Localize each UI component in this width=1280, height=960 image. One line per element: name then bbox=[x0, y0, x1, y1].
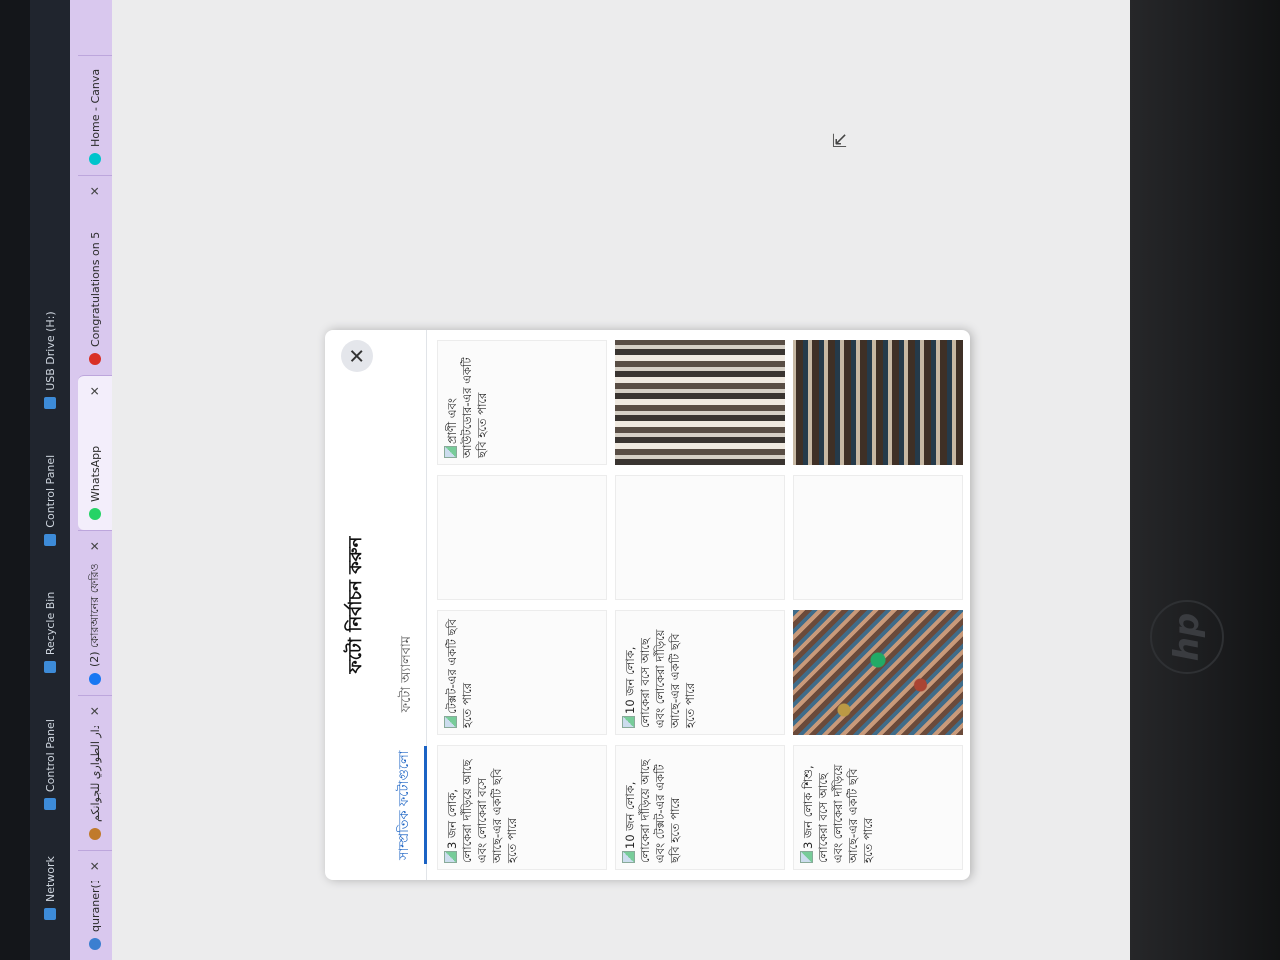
monitor-screen: Network Control Panel Recycle Bin Control P… bbox=[30, 0, 1130, 960]
taskbar-item-label: USB Drive (H:) bbox=[43, 311, 57, 391]
taskbar-item-label: Network bbox=[43, 856, 57, 902]
browser-tab[interactable]: (2) কোরআনের ফেরিও ✕ bbox=[78, 530, 112, 695]
monitor-bezel-right bbox=[1130, 0, 1280, 960]
taskbar-item-label: Control Panel bbox=[43, 454, 57, 528]
photo-caption: প্রাণী এবং আউটডোর-এর একটি ছবি হতে পারে bbox=[445, 357, 489, 458]
broken-image-icon bbox=[800, 851, 813, 863]
tab-close-icon[interactable]: ✕ bbox=[88, 386, 102, 396]
browser-tab-strip: quraner(158) - ✕ دار الطواري للجوانكم ✕ (2) … bbox=[70, 0, 112, 960]
tab-favicon-icon bbox=[89, 938, 101, 950]
monitor-bezel-left bbox=[0, 0, 30, 960]
select-photo-dialog: ফটো নির্বাচন করুন ✕ সাম্প্রতিক ফটোগুলো ফ… bbox=[325, 330, 970, 880]
desktop-shortcut-icon bbox=[44, 533, 56, 546]
photo-thumbnail bbox=[793, 340, 963, 465]
taskbar-item[interactable]: Control Panel bbox=[43, 719, 57, 811]
tab-close-icon[interactable]: ✕ bbox=[88, 861, 102, 871]
photo-tile[interactable] bbox=[793, 340, 963, 465]
browser-tab[interactable]: Congratulations on 5 ✕ bbox=[78, 175, 112, 375]
browser-tab[interactable]: WhatsApp ✕ bbox=[78, 375, 112, 530]
taskbar-item[interactable]: Recycle Bin bbox=[43, 591, 57, 674]
broken-image-icon bbox=[622, 851, 635, 863]
browser-tab-label: دار الطواري للجوانكم bbox=[88, 726, 102, 822]
desktop-shortcut-icon bbox=[44, 396, 56, 409]
taskbar-item-label: Recycle Bin bbox=[43, 591, 57, 656]
photo-grid: 3 জন লোক, লোকেরা দাঁড়িয়ে আছে এবং লোকের… bbox=[437, 340, 970, 870]
browser-tab[interactable]: Home - Canva bbox=[78, 55, 112, 175]
photo-alt-text: 10 জন লোক, লোকেরা বসে আছে এবং লোকেরা দাঁ… bbox=[622, 617, 698, 728]
desktop-shortcut-icon bbox=[44, 661, 56, 674]
photo-alt-text: টেক্সট-এর একটি ছবি হতে পারে bbox=[444, 617, 475, 728]
tab-recent-photos[interactable]: সাম্প্রতিক ফটোগুলো bbox=[387, 746, 427, 864]
dialog-header: ফটো নির্বাচন করুন ✕ bbox=[325, 330, 387, 880]
photo-caption: 3 জন লোক শিশু, লোকেরা বসে আছে এবং লোকেরা… bbox=[801, 764, 875, 863]
close-icon: ✕ bbox=[345, 347, 369, 365]
desktop-shortcut-icon bbox=[44, 908, 56, 920]
broken-image-icon bbox=[444, 851, 457, 863]
browser-tab[interactable]: quraner(158) - ✕ bbox=[78, 850, 112, 960]
browser-tab-label: WhatsApp bbox=[88, 445, 102, 502]
tab-favicon-icon bbox=[89, 828, 101, 840]
close-button[interactable]: ✕ bbox=[341, 340, 373, 372]
photo-caption: টেক্সট-এর একটি ছবি হতে পারে bbox=[445, 618, 474, 728]
photo-tile[interactable]: 10 জন লোক, লোকেরা বসে আছে এবং লোকেরা দাঁ… bbox=[615, 610, 785, 735]
photo-tile[interactable]: 3 জন লোক শিশু, লোকেরা বসে আছে এবং লোকেরা… bbox=[793, 745, 963, 870]
desktop-shortcut-icon bbox=[44, 798, 56, 811]
photo-tile[interactable] bbox=[615, 340, 785, 465]
tab-photo-albums[interactable]: ফটো অ্যালবাম bbox=[387, 632, 427, 716]
photo-alt-text: 10 জন লোক, লোকেরা দাঁড়িয়ে আছে এবং টেক্… bbox=[622, 752, 683, 863]
photo-tile[interactable] bbox=[793, 610, 963, 735]
tab-close-icon[interactable]: ✕ bbox=[88, 186, 102, 196]
photo-tile[interactable] bbox=[615, 475, 785, 600]
tab-favicon-icon bbox=[89, 353, 101, 365]
photo-tile[interactable]: প্রাণী এবং আউটডোর-এর একটি ছবি হতে পারে bbox=[437, 340, 607, 465]
photo-caption: 3 জন লোক, লোকেরা দাঁড়িয়ে আছে এবং লোকের… bbox=[445, 759, 519, 863]
photo-alt-text: 3 জন লোক শিশু, লোকেরা বসে আছে এবং লোকেরা… bbox=[800, 752, 876, 863]
browser-tab-label: quraner(158) - bbox=[88, 881, 102, 932]
browser-tab[interactable]: دار الطواري للجوانكم ✕ bbox=[78, 695, 112, 850]
photo-caption: 10 জন লোক, লোকেরা বসে আছে এবং লোকেরা দাঁ… bbox=[623, 629, 697, 728]
photo-tile[interactable]: 3 জন লোক, লোকেরা দাঁড়িয়ে আছে এবং লোকের… bbox=[437, 745, 607, 870]
tab-favicon-icon bbox=[89, 508, 101, 520]
hp-logo-icon: hp bbox=[1150, 600, 1224, 674]
browser-tab-label: Home - Canva bbox=[88, 68, 102, 147]
tab-favicon-icon bbox=[89, 673, 101, 685]
tab-close-icon[interactable]: ✕ bbox=[88, 541, 102, 551]
photo-thumbnail bbox=[615, 340, 785, 465]
broken-image-icon bbox=[622, 716, 635, 728]
broken-image-icon bbox=[444, 716, 457, 728]
tab-favicon-icon bbox=[89, 153, 101, 165]
photo-tile[interactable]: 10 জন লোক, লোকেরা দাঁড়িয়ে আছে এবং টেক্… bbox=[615, 745, 785, 870]
broken-image-icon bbox=[444, 446, 457, 458]
photo-alt-text: 3 জন লোক, লোকেরা দাঁড়িয়ে আছে এবং লোকের… bbox=[444, 752, 520, 863]
photo-tile[interactable] bbox=[793, 475, 963, 600]
dialog-tabs: সাম্প্রতিক ফটোগুলো ফটো অ্যালবাম bbox=[387, 330, 427, 880]
photo-tile[interactable] bbox=[437, 475, 607, 600]
taskbar-item-label: Control Panel bbox=[43, 719, 57, 793]
taskbar-item[interactable]: Control Panel bbox=[44, 455, 57, 546]
photo-alt-text: প্রাণী এবং আউটডোর-এর একটি ছবি হতে পারে bbox=[444, 347, 490, 458]
photo-thumbnail bbox=[793, 610, 963, 735]
browser-tab-label: Congratulations on 5 bbox=[88, 231, 102, 347]
windows-taskbar: Network Control Panel Recycle Bin Control P… bbox=[30, 0, 70, 960]
photo-tile[interactable]: টেক্সট-এর একটি ছবি হতে পারে bbox=[437, 610, 607, 735]
taskbar-item[interactable]: Network bbox=[44, 856, 57, 920]
rotated-browser: Network Control Panel Recycle Bin Control P… bbox=[30, 0, 1130, 960]
browser-tab-label: (2) কোরআনের ফেরিও bbox=[87, 563, 101, 667]
tab-close-icon[interactable]: ✕ bbox=[88, 706, 102, 716]
taskbar-item[interactable]: USB Drive (H:) bbox=[43, 311, 57, 409]
photo-caption: 10 জন লোক, লোকেরা দাঁড়িয়ে আছে এবং টেক্… bbox=[623, 759, 682, 863]
dialog-title: ফটো নির্বাচন করুন bbox=[344, 536, 366, 674]
mouse-cursor-icon: ⇱ bbox=[830, 132, 851, 148]
